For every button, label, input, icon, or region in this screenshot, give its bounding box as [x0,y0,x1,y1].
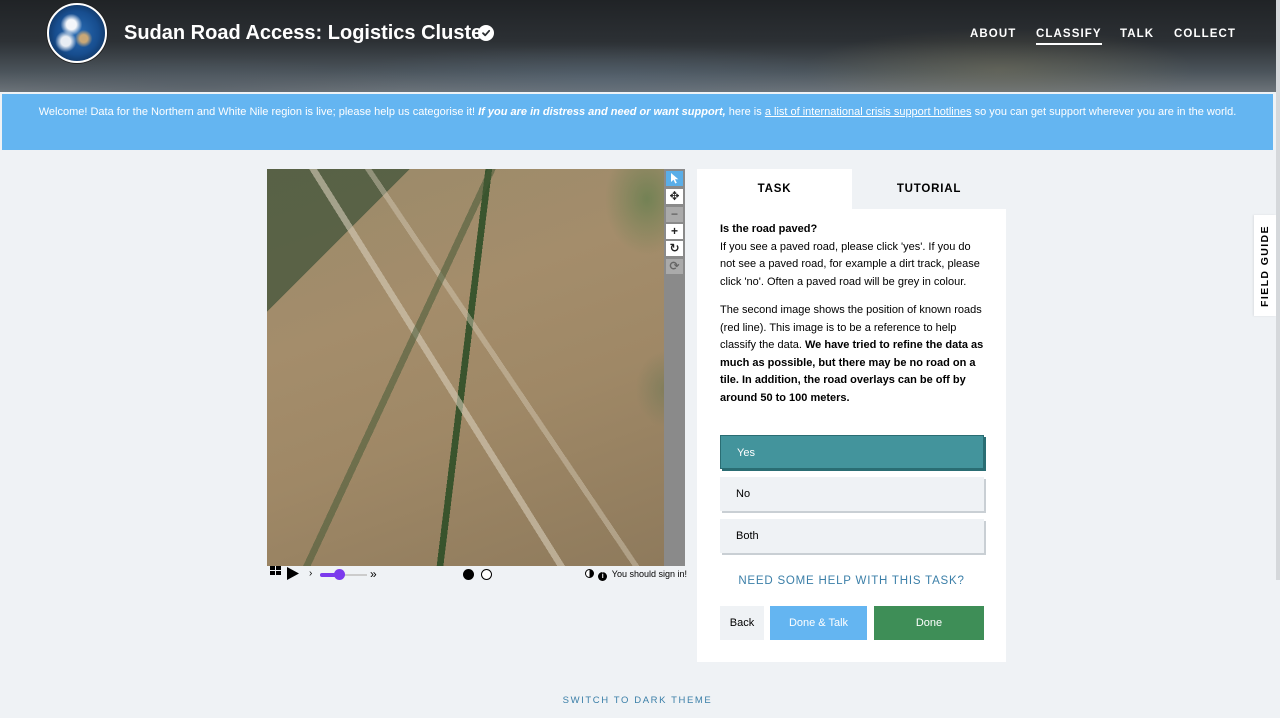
reset-icon[interactable]: ⟳ [666,259,683,274]
signin-text: You should sign in! [611,569,687,579]
tab-task[interactable]: TASK [697,169,852,209]
task-instructions: Is the road paved? If you see a paved ro… [720,221,986,418]
tab-tutorial[interactable]: TUTORIAL [852,169,1006,209]
nav-classify[interactable]: CLASSIFY [1036,27,1102,45]
nav-talk[interactable]: TALK [1120,27,1154,41]
info-icon[interactable]: i [598,572,608,581]
field-guide-label: FIELD GUIDE [1259,224,1271,307]
frame-slider-thumb[interactable] [333,569,345,580]
satellite-subject-image[interactable] [267,169,664,566]
answer-no[interactable]: No [720,477,984,511]
signin-notice: i You should sign in! [584,567,687,581]
nav-collect[interactable]: COLLECT [1174,27,1236,41]
verified-badge-icon [478,25,494,41]
rotate-icon[interactable]: ↻ [666,241,683,256]
frame-controls: › » i You should sign in! [267,566,687,584]
task-panel: TASK TUTORIAL Is the road paved? If you … [697,169,1006,662]
last-frame-icon[interactable]: » [370,566,377,582]
nav-about[interactable]: ABOUT [970,27,1016,41]
project-avatar[interactable] [47,3,107,63]
banner-text: Welcome! Data for the Northern and White… [38,106,476,118]
answer-both[interactable]: Both [720,519,984,553]
banner-text-3: so you can get support wherever you are … [974,106,1237,118]
zoom-out-icon[interactable]: − [666,207,683,222]
next-frame-icon[interactable]: › [309,566,312,582]
grid-view-icon[interactable] [270,566,281,582]
task-help-link[interactable]: NEED SOME HELP WITH THIS TASK? [697,575,1006,587]
crisis-hotlines-link[interactable]: a list of international crisis support h… [765,106,972,118]
frame-dot-2[interactable] [481,569,492,580]
image-toolbar: ✥ − + ↻ ⟳ [664,169,685,566]
answer-yes[interactable]: Yes [720,435,984,469]
banner-emphasis: If you are in distress and need or want … [478,106,726,118]
back-button[interactable]: Back [720,606,764,640]
announcement-banner: Welcome! Data for the Northern and White… [2,94,1273,150]
move-icon[interactable]: ✥ [666,189,683,204]
page-scrollbar[interactable] [1276,0,1280,580]
site-header: Sudan Road Access: Logistics Cluster ABO… [0,0,1280,92]
invert-icon[interactable] [584,569,594,578]
done-button[interactable]: Done [874,606,984,640]
dark-theme-toggle[interactable]: SWITCH TO DARK THEME [0,695,1275,706]
project-title[interactable]: Sudan Road Access: Logistics Cluster [124,21,490,45]
done-and-talk-button[interactable]: Done & Talk [770,606,867,640]
play-icon[interactable] [287,567,299,586]
task-question: Is the road paved? [720,223,818,235]
task-instructions-text: If you see a paved road, please click 'y… [720,240,980,288]
pointer-icon[interactable] [666,171,683,186]
zoom-in-icon[interactable]: + [666,224,683,239]
frame-dot-1[interactable] [463,569,474,580]
field-guide-tab[interactable]: FIELD GUIDE [1254,215,1276,316]
banner-text-2: here is [728,106,762,118]
